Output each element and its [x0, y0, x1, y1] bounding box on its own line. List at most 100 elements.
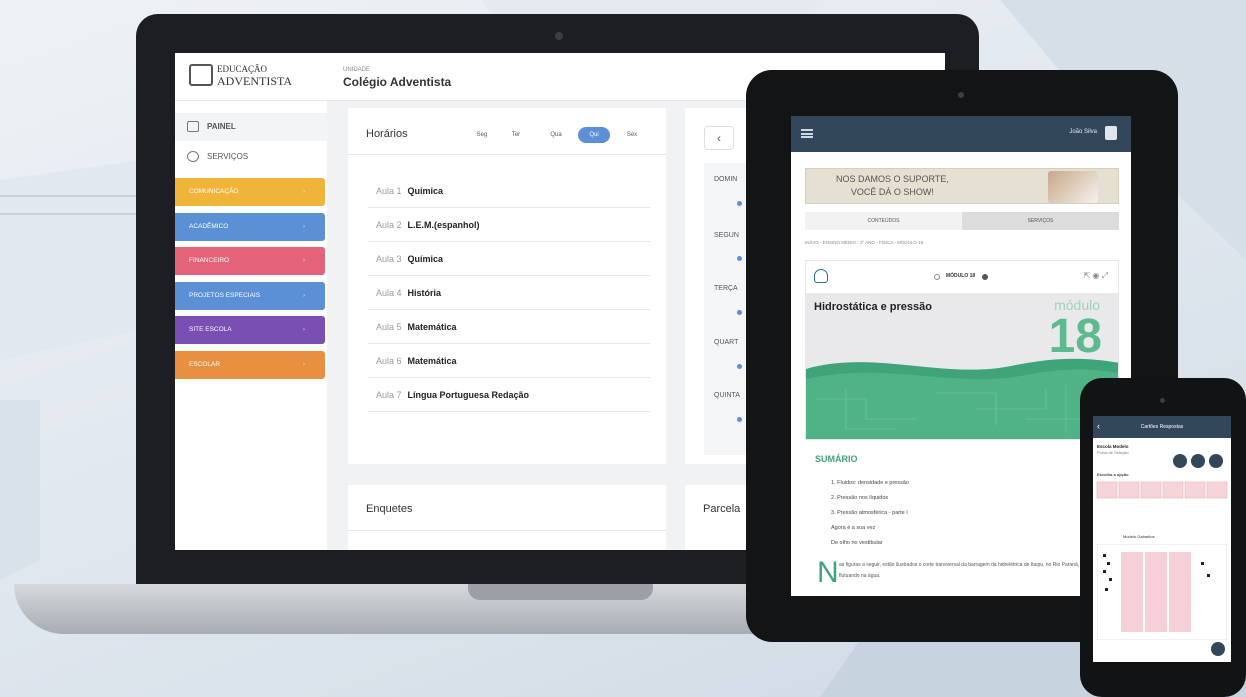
- book-icon[interactable]: [814, 269, 828, 283]
- week-day-label: DOMIN: [714, 176, 738, 183]
- tablet-camera: [958, 92, 964, 98]
- lesson-number: Aula 4: [376, 288, 402, 298]
- tab-servicos[interactable]: SERVIÇOS: [962, 212, 1119, 230]
- sidebar-item-site-escola[interactable]: SITE ESCOLA ›: [175, 316, 325, 344]
- logo[interactable]: EDUCAÇÃO ADVENTISTA: [189, 63, 292, 87]
- sidebar-item-comunicacao[interactable]: COMUNICAÇÃO ›: [175, 178, 325, 206]
- chevron-right-icon: ›: [302, 361, 305, 368]
- sidebar-item-label: FINANCEIRO: [189, 257, 230, 264]
- back-button[interactable]: ‹: [704, 126, 734, 150]
- sidebar-item-projetos[interactable]: PROJETOS ESPECIAIS ›: [175, 282, 325, 310]
- event-dot: [737, 417, 742, 422]
- day-tab-qua[interactable]: Qua: [540, 127, 572, 143]
- list-item[interactable]: 2. Pressão nos líquidos: [831, 491, 909, 506]
- event-dot: [737, 364, 742, 369]
- lesson-subject: L.E.M.(espanhol): [407, 220, 480, 230]
- breadcrumb: INÍCIO › ENSINO MÉDIO › 2º ANO › FÍSICA …: [805, 240, 924, 245]
- module-wave-graphic: [806, 358, 1118, 439]
- enquetes-card: Enquetes: [348, 485, 666, 550]
- sidebar-item-label: SITE ESCOLA: [189, 326, 232, 333]
- phone-header: ‹ Cartões Respostas: [1093, 416, 1231, 438]
- lesson-subject: Matemática: [407, 356, 457, 366]
- services-icon: [187, 151, 199, 162]
- student-sub: Prova de Seleção: [1097, 450, 1129, 455]
- laptop-notch: [468, 584, 653, 600]
- chevron-right-icon: ›: [302, 292, 305, 299]
- tab-conteudos[interactable]: CONTEÚDOS: [805, 212, 962, 230]
- table-row[interactable]: Aula 7 Língua Portuguesa Redação: [368, 378, 650, 412]
- fab-download-button[interactable]: [1209, 454, 1223, 468]
- menu-icon[interactable]: [801, 129, 813, 138]
- promo-banner[interactable]: NOS DAMOS O SUPORTE, VOCÊ DÁ O SHOW!: [805, 168, 1119, 204]
- table-row[interactable]: Aula 2 L.E.M.(espanhol): [368, 208, 650, 242]
- sidebar: PAINEL SERVIÇOS COMUNICAÇÃO › ACADÊMICO › …: [175, 101, 327, 550]
- sidebar-item-label: ACADÊMICO: [189, 223, 229, 230]
- prev-circle-icon[interactable]: [934, 274, 940, 280]
- week-day-label: SEGUN: [714, 232, 739, 239]
- chevron-right-icon: ›: [302, 326, 305, 333]
- table-row[interactable]: Aula 4 História: [368, 276, 650, 310]
- body-text: as figuras a seguir, estão ilustrados o …: [839, 562, 1106, 579]
- fab-share-button[interactable]: [1191, 454, 1205, 468]
- answer-card-thumbnails: [1096, 481, 1228, 499]
- sidebar-item-label: SERVIÇOS: [207, 152, 249, 161]
- lesson-subject: Matemática: [407, 322, 457, 332]
- sidebar-item-painel[interactable]: PAINEL: [175, 113, 327, 141]
- list-item[interactable]: 3. Pressão atmosférica - parte I: [831, 506, 909, 521]
- module-card: MÓDULO 18 ⇱ ◉ ⤢ Hidrostática e pressão m…: [805, 260, 1119, 440]
- user-name[interactable]: João Silva: [1069, 129, 1097, 135]
- list-item[interactable]: 1. Fluidos: densidade e pressão: [831, 476, 909, 491]
- event-dot: [737, 310, 742, 315]
- table-row[interactable]: Aula 1 Química: [368, 174, 650, 208]
- sidebar-item-academico[interactable]: ACADÊMICO ›: [175, 213, 325, 241]
- sidebar-item-financeiro[interactable]: FINANCEIRO ›: [175, 247, 325, 275]
- lesson-number: Aula 7: [376, 390, 402, 400]
- logo-line2: ADVENTISTA: [217, 74, 293, 88]
- sidebar-item-escolar[interactable]: ESCOLAR ›: [175, 351, 325, 379]
- school-name[interactable]: Colégio Adventista: [343, 75, 451, 89]
- sumario-list: 1. Fluidos: densidade e pressão 2. Press…: [831, 476, 909, 551]
- table-row[interactable]: Aula 3 Química: [368, 242, 650, 276]
- accessibility-icons[interactable]: ⇱ ◉ ⤢: [1083, 271, 1108, 281]
- table-row[interactable]: Aula 5 Matemática: [368, 310, 650, 344]
- parcelas-title: Parcela: [703, 503, 741, 515]
- fab-print-button[interactable]: [1173, 454, 1187, 468]
- week-day-label: TERÇA: [714, 285, 738, 292]
- horarios-title: Horários: [366, 128, 408, 140]
- sidebar-item-servicos[interactable]: SERVIÇOS: [175, 143, 327, 171]
- banner-line2: VOCÊ DÁ O SHOW!: [850, 187, 934, 197]
- student-name: Escola Modelo: [1097, 444, 1129, 449]
- event-dot: [737, 201, 742, 206]
- table-row[interactable]: Aula 6 Matemática: [368, 344, 650, 378]
- next-circle-icon[interactable]: [982, 274, 988, 280]
- sidebar-item-label: PROJETOS ESPECIAIS: [189, 292, 261, 299]
- chevron-right-icon: ›: [302, 223, 305, 230]
- answer-sheet-graphic: [1097, 544, 1227, 640]
- enquetes-title: Enquetes: [366, 503, 413, 515]
- week-day-label: QUINTA: [714, 392, 740, 399]
- logo-icon: [189, 64, 213, 86]
- module-header: Hidrostática e pressão módulo 18: [806, 293, 1118, 439]
- lesson-subject: Língua Portuguesa Redação: [407, 390, 530, 400]
- chevron-right-icon: ›: [302, 257, 305, 264]
- drop-cap: N: [817, 556, 839, 589]
- banner-line1: NOS DAMOS O SUPORTE,: [836, 174, 949, 184]
- sumario-heading: SUMÁRIO: [815, 454, 858, 464]
- list-item[interactable]: Agora é a sua vez: [831, 521, 909, 536]
- sidebar-item-label: ESCOLAR: [189, 361, 221, 368]
- day-tab-qui[interactable]: Qui: [578, 127, 610, 143]
- day-tab-seg[interactable]: Seg: [466, 127, 498, 143]
- user-icon[interactable]: [1105, 126, 1117, 140]
- edit-fab-button[interactable]: [1211, 642, 1225, 656]
- day-tab-ter[interactable]: Ter: [500, 127, 532, 143]
- lesson-number: Aula 1: [376, 186, 402, 196]
- banner-photo: [1048, 171, 1098, 203]
- chevron-left-icon: ‹: [717, 131, 721, 145]
- day-tab-sex[interactable]: Sex: [616, 127, 648, 143]
- sheet-title: Modelo Gabaritos: [1123, 534, 1155, 539]
- divider: [348, 530, 666, 531]
- lesson-number: Aula 5: [376, 322, 402, 332]
- monitor-icon: [187, 121, 199, 132]
- banner-text: NOS DAMOS O SUPORTE, VOCÊ DÁ O SHOW!: [836, 173, 949, 199]
- list-item[interactable]: De olho no vestibular: [831, 536, 909, 551]
